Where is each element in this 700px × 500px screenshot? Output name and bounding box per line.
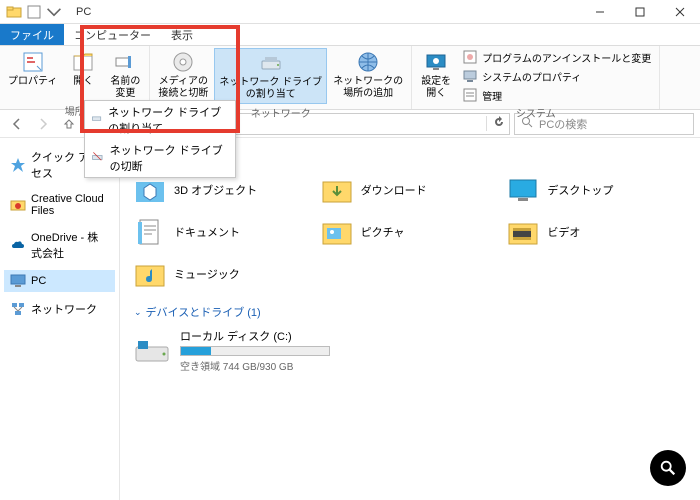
open-settings-button[interactable]: 設定を 開く: [416, 48, 456, 102]
3d-objects-icon: [134, 174, 166, 206]
title-bar: PC: [0, 0, 700, 24]
folder-desktop[interactable]: デスクトップ: [507, 174, 686, 206]
pictures-icon: [321, 216, 353, 248]
minimize-button[interactable]: [580, 0, 620, 24]
magnifier-button[interactable]: [650, 450, 686, 486]
uninstall-icon: [462, 49, 478, 65]
folder-videos[interactable]: ビデオ: [507, 216, 686, 248]
disconnect-icon: [91, 150, 104, 166]
manage-button[interactable]: 管理: [458, 86, 655, 104]
navigation-pane: クイック アクセス Creative Cloud Files OneDrive …: [0, 138, 120, 500]
network-drive-dropdown: ネットワーク ドライブの割り当て ネットワーク ドライブの切断: [84, 100, 236, 178]
uninstall-programs-button[interactable]: プログラムのアンインストールと変更: [458, 48, 655, 66]
documents-icon: [134, 216, 166, 248]
manage-icon: [462, 87, 478, 103]
chevron-down-icon: ⌄: [134, 307, 142, 318]
drive-local-c[interactable]: ローカル ディスク (C:) 空き領域 744 GB/930 GB: [134, 328, 686, 373]
folder-pictures[interactable]: ピクチャ: [321, 216, 500, 248]
network-drive-icon: [91, 112, 102, 128]
main-pane: ⌄フォルダー (7) 3D オブジェクト ダウンロード デスクトップ ドキュメン…: [120, 138, 700, 500]
folder-music[interactable]: ミュージック: [134, 258, 313, 290]
maximize-button[interactable]: [620, 0, 660, 24]
close-button[interactable]: [660, 0, 700, 24]
rename-button[interactable]: 名前の 変更: [105, 48, 145, 102]
qat-dropdown-icon[interactable]: [46, 4, 62, 20]
tab-file[interactable]: ファイル: [0, 24, 64, 45]
onedrive-icon: [10, 237, 26, 253]
qat-item-icon[interactable]: [26, 4, 42, 20]
pc-icon: [10, 273, 26, 289]
system-properties-button[interactable]: システムのプロパティ: [458, 67, 655, 85]
tab-view[interactable]: 表示: [161, 24, 203, 45]
ribbon-tabs: ファイル コンピューター 表示: [0, 24, 700, 46]
creative-cloud-icon: [10, 197, 26, 213]
media-icon: [171, 50, 195, 74]
open-icon: [71, 50, 95, 74]
folder-documents[interactable]: ドキュメント: [134, 216, 313, 248]
dropdown-disconnect-drive[interactable]: ネットワーク ドライブの切断: [85, 139, 235, 177]
music-icon: [134, 258, 166, 290]
downloads-icon: [321, 174, 353, 206]
open-button[interactable]: 開く: [63, 48, 103, 90]
sidebar-onedrive[interactable]: OneDrive - 株式会社: [4, 226, 115, 264]
properties-icon: [21, 50, 45, 74]
drive-icon: [134, 337, 170, 365]
tab-computer[interactable]: コンピューター: [64, 24, 161, 45]
content-area: クイック アクセス Creative Cloud Files OneDrive …: [0, 138, 700, 500]
star-icon: [10, 157, 26, 173]
group-system-label: システム: [412, 104, 659, 122]
folder-downloads[interactable]: ダウンロード: [321, 174, 500, 206]
sidebar-creative-cloud[interactable]: Creative Cloud Files: [4, 190, 115, 220]
globe-icon: [356, 50, 380, 74]
properties-button[interactable]: プロパティ: [4, 48, 61, 90]
devices-section-header[interactable]: ⌄デバイスとドライブ (1): [134, 304, 686, 320]
network-drive-icon: [259, 51, 283, 75]
dropdown-map-drive[interactable]: ネットワーク ドライブの割り当て: [85, 101, 235, 139]
drive-free-text: 空き領域 744 GB/930 GB: [180, 358, 330, 373]
drive-name: ローカル ディスク (C:): [180, 328, 330, 344]
map-network-drive-button[interactable]: ネットワーク ドライブ の割り当て: [214, 48, 327, 104]
settings-icon: [424, 50, 448, 74]
sidebar-pc[interactable]: PC: [4, 270, 115, 292]
system-properties-icon: [462, 68, 478, 84]
window-title: PC: [68, 6, 580, 18]
drive-usage-bar: [180, 346, 330, 356]
videos-icon: [507, 216, 539, 248]
folder-3d-objects[interactable]: 3D オブジェクト: [134, 174, 313, 206]
add-network-location-button[interactable]: ネットワークの 場所の追加: [329, 48, 407, 102]
rename-icon: [113, 50, 137, 74]
explorer-icon: [6, 4, 22, 20]
sidebar-network[interactable]: ネットワーク: [4, 298, 115, 320]
desktop-icon: [507, 174, 539, 206]
media-button[interactable]: メディアの 接続と切断: [154, 48, 212, 102]
network-icon: [10, 301, 26, 317]
